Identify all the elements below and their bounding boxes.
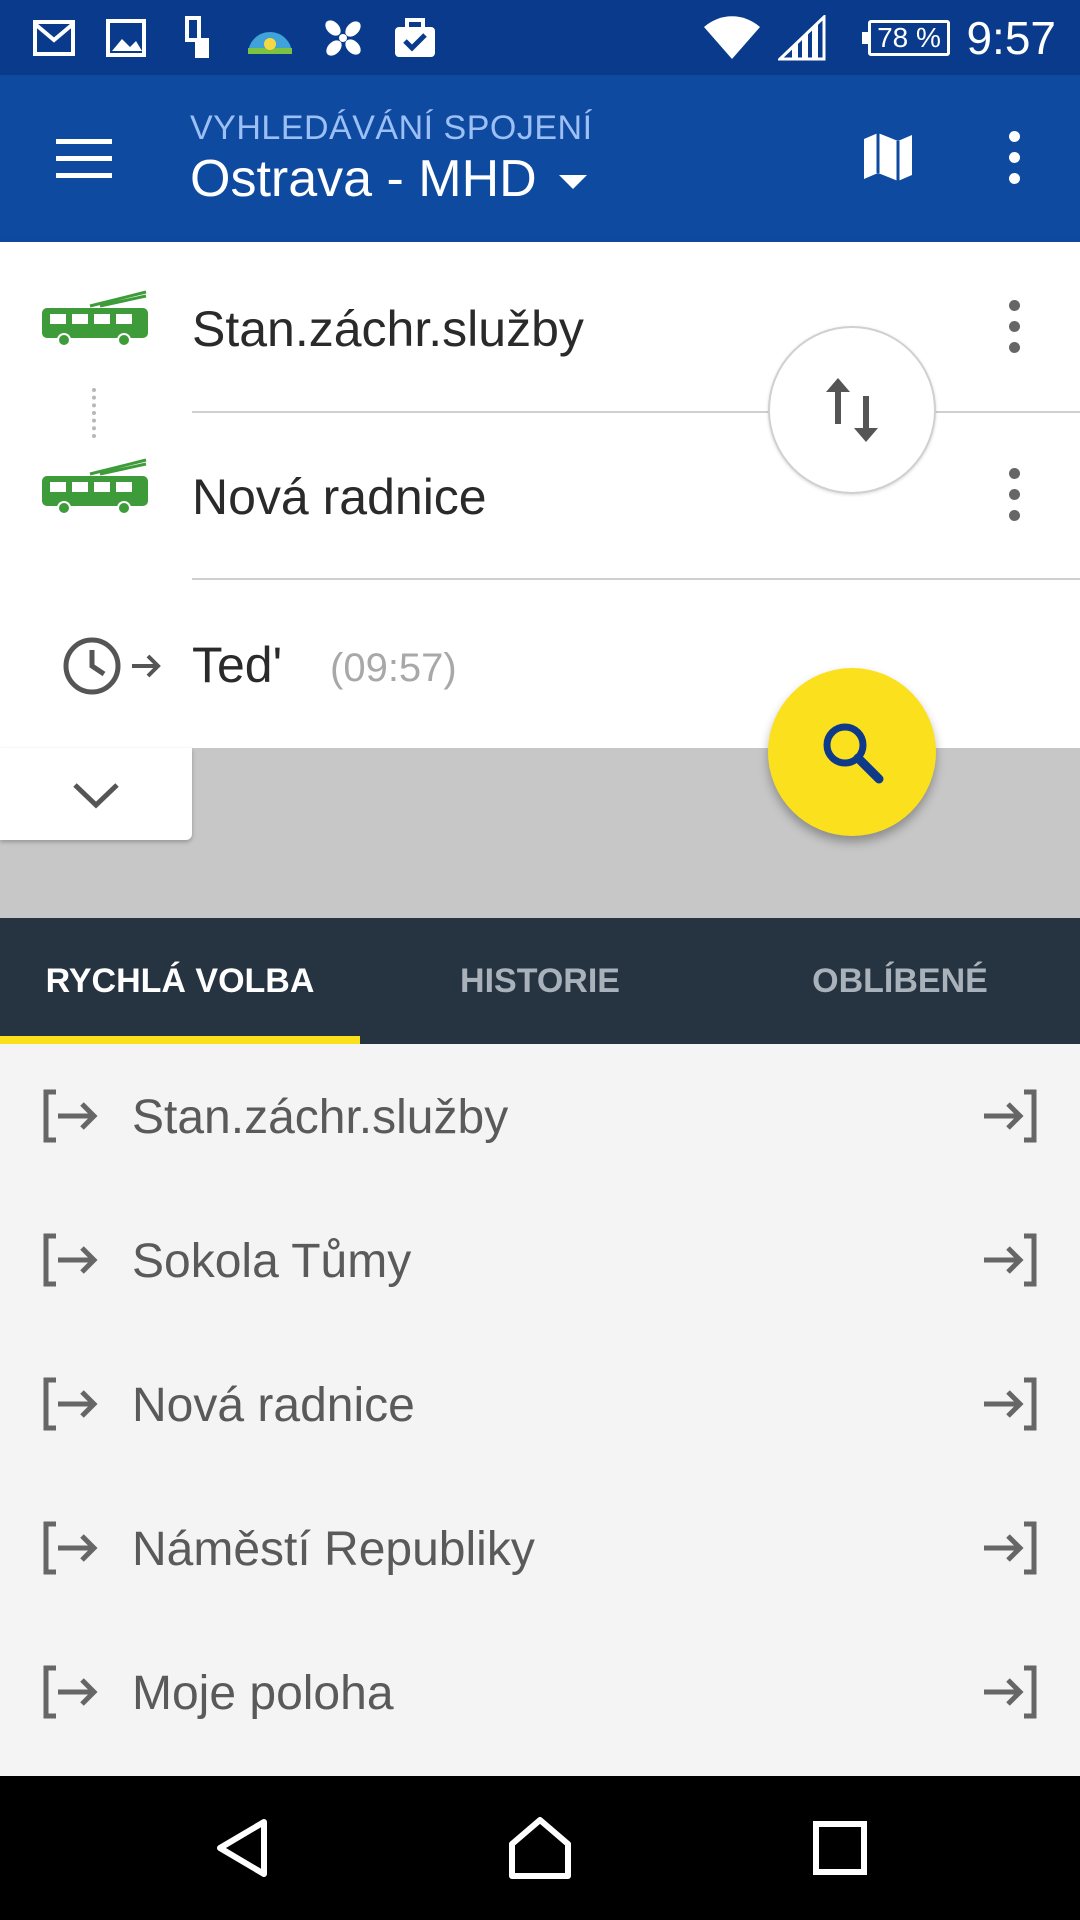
- tab-favorites[interactable]: OBLÍBENÉ: [720, 918, 1080, 1044]
- search-connections-button[interactable]: [768, 668, 936, 836]
- set-as-destination-icon[interactable]: [978, 1518, 1038, 1578]
- set-as-destination-icon[interactable]: [978, 1662, 1038, 1722]
- set-as-origin-icon[interactable]: [42, 1374, 102, 1434]
- quick-choice-list: Stan.záchr.služby Sokola Tůmy Nová radni…: [0, 1044, 1080, 1776]
- gmail-icon: [30, 14, 78, 62]
- trolleybus-icon: [40, 458, 152, 518]
- list-item-label: Sokola Tůmy: [132, 1235, 412, 1288]
- battery-indicator: 78 %: [862, 20, 950, 56]
- city-selector[interactable]: Ostrava - MHD: [190, 149, 587, 209]
- search-icon: [823, 723, 884, 784]
- divider: [192, 578, 1080, 580]
- tab-bar: RYCHLÁ VOLBA HISTORIE OBLÍBENÉ: [0, 918, 1080, 1044]
- divider: [192, 411, 1080, 413]
- expand-options-button[interactable]: [0, 748, 192, 840]
- wifi-icon: [700, 14, 764, 62]
- list-item-label: Nová radnice: [132, 1379, 415, 1432]
- route-connector: [92, 388, 98, 438]
- set-as-destination-icon[interactable]: [978, 1230, 1038, 1290]
- list-item[interactable]: Moje poloha: [0, 1620, 1080, 1764]
- chevron-down-icon: [73, 783, 119, 809]
- set-as-destination-icon[interactable]: [978, 1374, 1038, 1434]
- list-item[interactable]: Sokola Tůmy: [0, 1188, 1080, 1332]
- city-selector-label: Ostrava - MHD: [190, 150, 537, 208]
- briefcase-check-icon: [392, 14, 438, 62]
- trolleybus-icon: [40, 290, 152, 350]
- list-item-label: Stan.záchr.služby: [132, 1091, 509, 1144]
- list-item[interactable]: Náměstí Republiky: [0, 1476, 1080, 1620]
- caret-down-icon: [558, 175, 587, 189]
- map-icon[interactable]: [860, 129, 916, 185]
- recents-icon[interactable]: [806, 1814, 874, 1882]
- swap-stops-button[interactable]: [768, 326, 936, 494]
- from-options-icon[interactable]: [1000, 300, 1028, 356]
- back-icon[interactable]: [208, 1814, 276, 1882]
- menu-icon[interactable]: [56, 139, 112, 179]
- set-as-destination-icon[interactable]: [978, 1086, 1038, 1146]
- set-as-origin-icon[interactable]: [42, 1230, 102, 1290]
- set-as-origin-icon[interactable]: [42, 1518, 102, 1578]
- from-stop[interactable]: Stan.záchr.služby: [192, 300, 584, 358]
- set-as-origin-icon[interactable]: [42, 1086, 102, 1146]
- list-item-label: Moje poloha: [132, 1667, 394, 1720]
- set-as-origin-icon[interactable]: [42, 1662, 102, 1722]
- more-options-icon[interactable]: [1000, 131, 1028, 187]
- app-bar-subtitle: VYHLEDÁVÁNÍ SPOJENÍ: [190, 109, 593, 147]
- clock-time: 9:57: [966, 12, 1056, 64]
- screen: 78 % 9:57 VYHLEDÁVÁNÍ SPOJENÍ Ostrava - …: [0, 0, 1080, 1920]
- list-item[interactable]: Nová radnice: [0, 1332, 1080, 1476]
- system-nav-bar: [0, 1776, 1080, 1920]
- departure-time-icon: [62, 636, 166, 696]
- home-icon[interactable]: [506, 1814, 574, 1882]
- status-bar: 78 % 9:57: [0, 0, 1080, 75]
- list-item[interactable]: Stan.záchr.služby: [0, 1044, 1080, 1188]
- tab-quick-choice[interactable]: RYCHLÁ VOLBA: [0, 918, 360, 1044]
- pinwheel-icon: [318, 14, 368, 62]
- app-bar: VYHLEDÁVÁNÍ SPOJENÍ Ostrava - MHD: [0, 75, 1080, 242]
- device-icon: [178, 14, 218, 62]
- signal-icon: [776, 14, 828, 62]
- departure-time-value: (09:57): [330, 646, 457, 690]
- list-item-label: Náměstí Republiky: [132, 1523, 535, 1576]
- tab-history[interactable]: HISTORIE: [360, 918, 720, 1044]
- to-options-icon[interactable]: [1000, 468, 1028, 524]
- to-stop[interactable]: Nová radnice: [192, 468, 487, 526]
- weather-icon: [242, 14, 298, 62]
- gallery-icon: [102, 14, 150, 62]
- swap-arrows-icon: [826, 378, 878, 442]
- departure-time-label[interactable]: Ted': [192, 636, 282, 694]
